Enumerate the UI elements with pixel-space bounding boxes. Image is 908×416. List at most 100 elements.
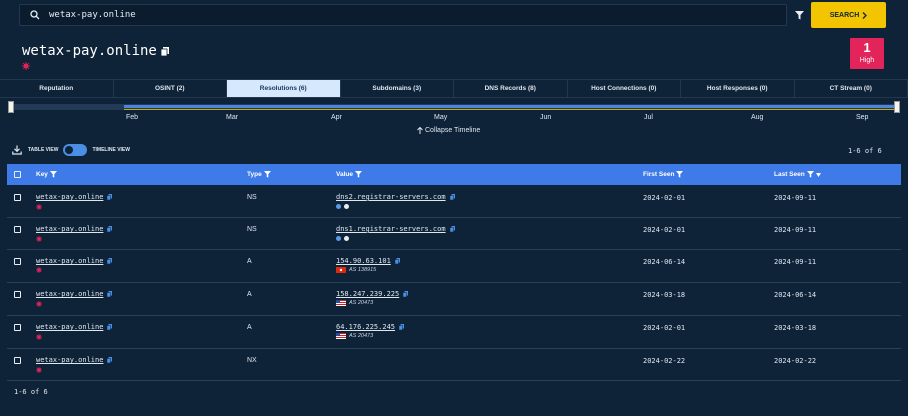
column-last-seen[interactable]: Last Seen: [774, 171, 821, 178]
timeline-activity-bar: [124, 109, 900, 110]
copy-icon[interactable]: [107, 194, 113, 200]
table-row[interactable]: wetax-pay.online A 64.176.225.245 AS 204…: [7, 316, 901, 349]
row-value[interactable]: dns1.registrar-servers.com: [336, 225, 455, 233]
tab-ct-stream[interactable]: CT Stream (0): [795, 80, 908, 97]
row-value-text: dns2.registrar-servers.com: [336, 193, 446, 201]
view-toggle[interactable]: [63, 144, 88, 156]
filter-icon[interactable]: [49, 171, 57, 178]
filter-icon[interactable]: [806, 171, 814, 178]
row-asn: AS 20473: [336, 333, 373, 339]
column-first-seen[interactable]: First Seen: [643, 171, 684, 178]
table-row[interactable]: wetax-pay.online A 154.90.63.101 AS 1389…: [7, 250, 901, 283]
tab-reputation[interactable]: Reputation: [0, 80, 114, 97]
risk-score: 1: [863, 40, 871, 55]
row-checkbox[interactable]: [14, 357, 21, 364]
malware-icon: [36, 267, 42, 273]
tab-host-connections[interactable]: Host Connections (0): [568, 80, 681, 97]
copy-icon[interactable]: [160, 46, 169, 56]
column-key[interactable]: Key: [36, 171, 57, 178]
row-key-text: wetax-pay.online: [36, 193, 104, 201]
page-title: wetax-pay.online: [22, 43, 169, 59]
table-row[interactable]: wetax-pay.online NS dns2.registrar-serve…: [7, 186, 901, 218]
risk-level: High: [859, 57, 875, 64]
column-value[interactable]: Value: [336, 171, 362, 178]
row-key[interactable]: wetax-pay.online: [36, 225, 113, 233]
table-view-label[interactable]: TABLE VIEW: [28, 147, 58, 153]
month-label: Feb: [126, 114, 139, 121]
select-all-checkbox[interactable]: [14, 171, 21, 178]
copy-icon[interactable]: [449, 226, 455, 232]
copy-icon[interactable]: [107, 291, 113, 297]
copy-icon[interactable]: [107, 324, 113, 330]
filter-icon[interactable]: [354, 171, 362, 178]
row-last-seen: 2024-02-22: [774, 357, 817, 365]
timeline-months: Feb Mar Apr May Jun Jul Aug Sep: [0, 114, 908, 124]
timeline-end-handle[interactable]: [894, 101, 900, 113]
search-button[interactable]: SEARCH: [811, 2, 886, 28]
tab-host-responses[interactable]: Host Responses (0): [681, 80, 795, 97]
row-first-seen: 2024-03-18: [643, 291, 686, 299]
copy-icon[interactable]: [449, 194, 455, 200]
filter-icon[interactable]: [676, 171, 684, 178]
tag-icon: [344, 204, 349, 209]
copy-icon[interactable]: [107, 226, 113, 232]
tab-subdomains[interactable]: Subdomains (3): [341, 80, 454, 97]
collapse-timeline-button[interactable]: Collapse Timeline: [417, 127, 480, 134]
collapse-timeline-label: Collapse Timeline: [425, 127, 481, 134]
column-first-seen-label: First Seen: [643, 171, 675, 178]
row-checkbox[interactable]: [14, 291, 21, 298]
row-key-text: wetax-pay.online: [36, 290, 104, 298]
row-type: NS: [247, 226, 257, 233]
row-checkbox[interactable]: [14, 194, 21, 201]
row-checkbox[interactable]: [14, 324, 21, 331]
timeline-view-label[interactable]: TIMELINE VIEW: [92, 147, 130, 153]
row-key-text: wetax-pay.online: [36, 225, 104, 233]
row-value[interactable]: 158.247.239.225: [336, 290, 409, 298]
copy-icon[interactable]: [394, 258, 400, 264]
filter-button[interactable]: [790, 4, 809, 26]
malware-icon: [36, 236, 42, 242]
row-value[interactable]: 64.176.225.245: [336, 323, 405, 331]
row-value-text: 154.90.63.101: [336, 257, 391, 265]
table-row[interactable]: wetax-pay.online NS dns1.registrar-serve…: [7, 218, 901, 250]
view-toggle-row: TABLE VIEW TIMELINE VIEW: [12, 143, 130, 157]
row-value[interactable]: 154.90.63.101: [336, 257, 400, 265]
tab-resolutions[interactable]: Resolutions (6): [227, 80, 341, 97]
tab-osint[interactable]: OSINT (2): [114, 80, 227, 97]
row-value[interactable]: dns2.registrar-servers.com: [336, 193, 455, 201]
flag-hk-icon: [336, 267, 346, 273]
tab-dns-records[interactable]: DNS Records (8): [454, 80, 568, 97]
column-type[interactable]: Type: [247, 171, 271, 178]
row-type: A: [247, 324, 252, 331]
row-key[interactable]: wetax-pay.online: [36, 290, 113, 298]
tag-icon: [336, 204, 341, 209]
row-checkbox[interactable]: [14, 258, 21, 265]
filter-icon[interactable]: [263, 171, 271, 178]
row-type: A: [247, 291, 252, 298]
month-label: Jul: [644, 114, 653, 121]
row-asn-text: AS 20473: [349, 300, 374, 306]
tag-icon: [344, 236, 349, 241]
timeline-start-handle[interactable]: [8, 101, 14, 113]
timeline-slider[interactable]: [8, 101, 900, 113]
row-last-seen: 2024-09-11: [774, 226, 817, 234]
flag-us-icon: [336, 300, 346, 306]
row-asn-text: AS 138915: [349, 267, 377, 273]
download-icon[interactable]: [12, 145, 22, 155]
copy-icon[interactable]: [107, 258, 113, 264]
tag-icon: [336, 236, 341, 241]
table-row[interactable]: wetax-pay.online A 158.247.239.225 AS 20…: [7, 283, 901, 316]
table-row[interactable]: wetax-pay.online NX 2024-02-22 2024-02-2…: [7, 349, 901, 381]
column-value-label: Value: [336, 171, 353, 178]
copy-icon[interactable]: [399, 324, 405, 330]
row-key[interactable]: wetax-pay.online: [36, 257, 113, 265]
search-input[interactable]: wetax-pay.online: [19, 4, 787, 26]
row-key[interactable]: wetax-pay.online: [36, 356, 113, 364]
sort-desc-icon[interactable]: [815, 172, 821, 177]
row-key[interactable]: wetax-pay.online: [36, 323, 113, 331]
row-key[interactable]: wetax-pay.online: [36, 193, 113, 201]
row-first-seen: 2024-06-14: [643, 258, 686, 266]
copy-icon[interactable]: [107, 357, 113, 363]
copy-icon[interactable]: [403, 291, 409, 297]
row-checkbox[interactable]: [14, 226, 21, 233]
